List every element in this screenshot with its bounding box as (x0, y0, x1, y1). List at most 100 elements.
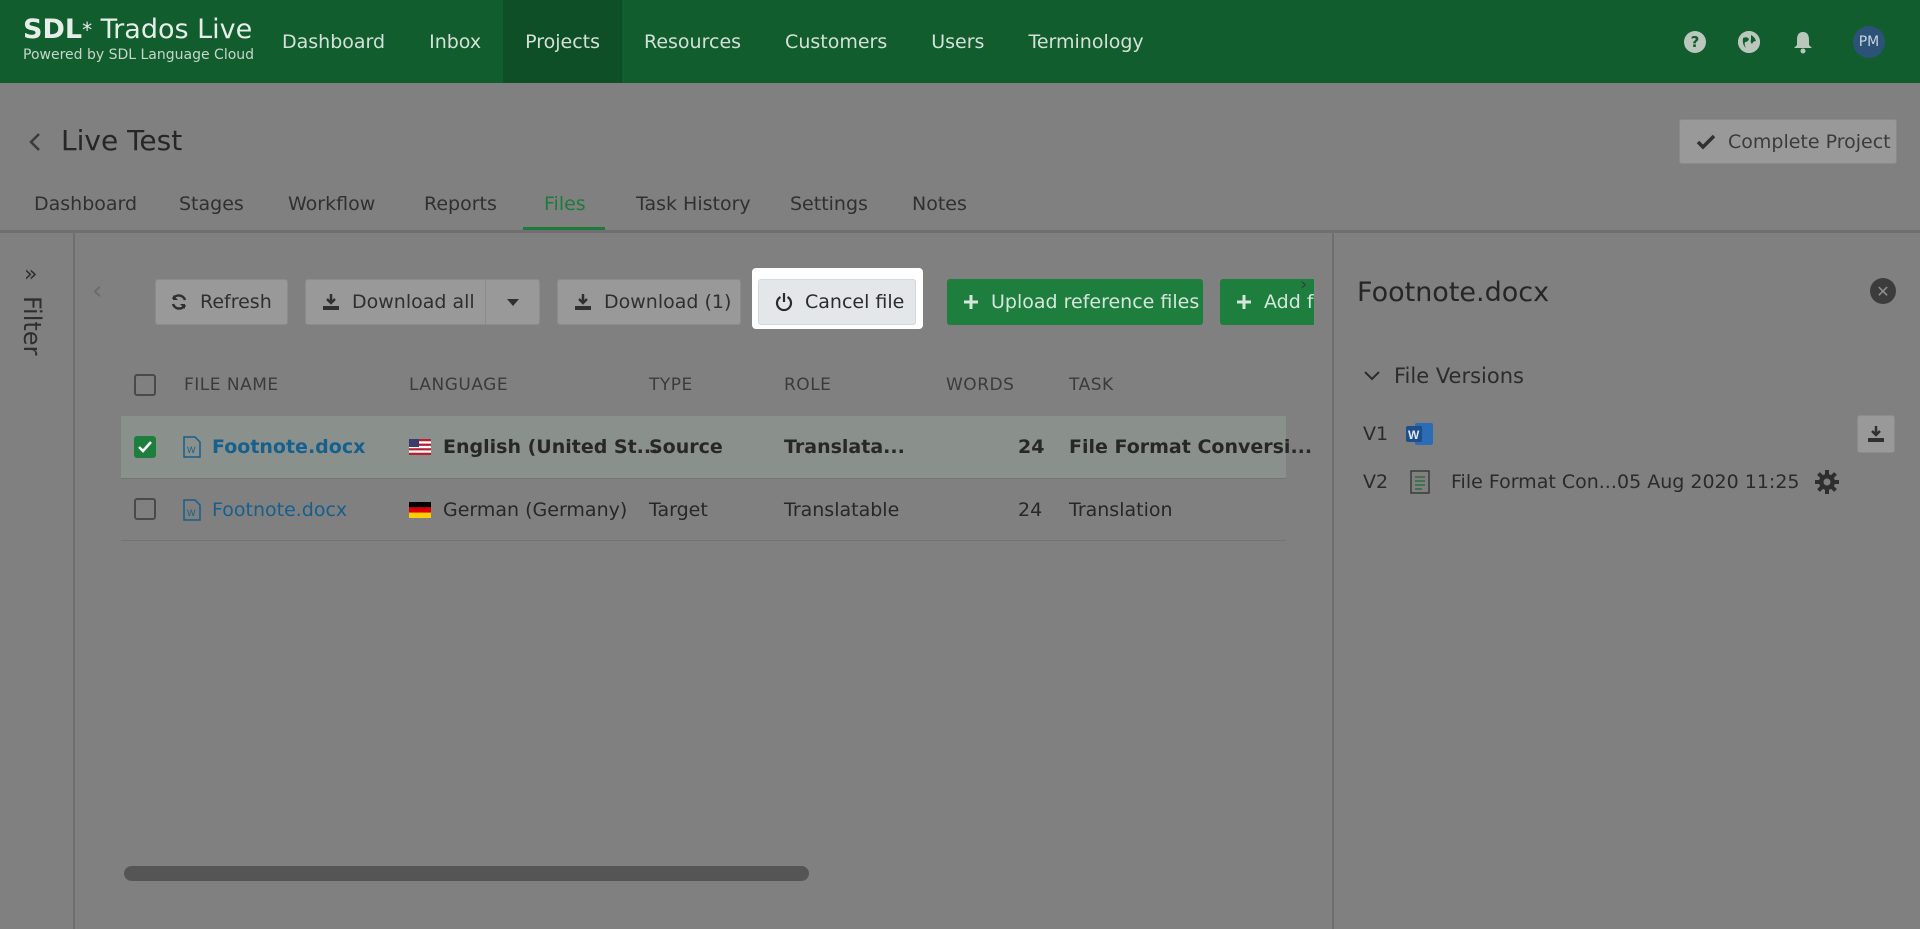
nav-item-users[interactable]: Users (909, 0, 1006, 83)
caret-down-icon (506, 298, 519, 306)
upload-reference-files-label: Upload reference files (991, 291, 1200, 313)
svg-text:W: W (187, 508, 196, 518)
refresh-button[interactable]: Refresh (155, 279, 288, 325)
close-icon[interactable]: ✕ (1870, 278, 1896, 304)
tab-reports[interactable]: Reports (424, 188, 497, 231)
version-label: V2 (1363, 471, 1389, 493)
help-icon[interactable]: ? (1684, 31, 1706, 53)
power-icon (775, 293, 793, 312)
download-all-button[interactable]: Download all (305, 279, 540, 325)
collapse-panel-icon[interactable]: › (1300, 274, 1307, 295)
column-header-language[interactable]: LANGUAGE (409, 375, 508, 395)
us-flag-icon (409, 439, 431, 455)
row-checkbox[interactable] (134, 498, 156, 520)
tab-dashboard[interactable]: Dashboard (34, 188, 137, 231)
download-icon (575, 294, 591, 310)
checkmark-icon (1696, 134, 1716, 149)
type-cell: Target (649, 499, 708, 521)
file-name-link[interactable]: Footnote.docx (212, 436, 365, 458)
version-name: File Format Con... (1451, 471, 1617, 493)
select-all-checkbox[interactable] (134, 374, 156, 396)
complete-project-label: Complete Project (1728, 130, 1891, 153)
download-all-label: Download all (352, 291, 475, 313)
plus-icon (964, 295, 978, 309)
horizontal-scrollbar[interactable] (124, 866, 809, 881)
version-label: V1 (1363, 423, 1389, 445)
tab-workflow[interactable]: Workflow (288, 188, 375, 231)
file-versions-title: File Versions (1394, 364, 1524, 388)
nav-item-resources[interactable]: Resources (622, 0, 763, 83)
language-cell: English (United St... (443, 436, 659, 458)
main-menu: Dashboard Inbox Projects Resources Custo… (260, 0, 1166, 83)
nav-item-dashboard[interactable]: Dashboard (260, 0, 407, 83)
nav-item-inbox[interactable]: Inbox (407, 0, 503, 83)
column-header-file-name[interactable]: FILE NAME (184, 375, 279, 395)
file-versions-header[interactable]: File Versions (1364, 364, 1524, 388)
download-icon (1868, 426, 1884, 442)
task-cell: File Format Conversi... (1069, 436, 1313, 458)
tab-files[interactable]: Files (544, 188, 586, 231)
brand-tagline: Powered by SDL Language Cloud (23, 47, 255, 63)
column-header-role[interactable]: ROLE (784, 375, 831, 395)
plus-icon (1237, 295, 1251, 309)
tab-notes[interactable]: Notes (912, 188, 967, 231)
upload-reference-files-button[interactable]: Upload reference files (947, 279, 1203, 325)
row-checkbox[interactable] (134, 436, 156, 458)
language-cell: German (Germany) (443, 499, 628, 521)
word-file-icon: W (183, 499, 201, 521)
file-name-link[interactable]: Footnote.docx (212, 499, 347, 521)
panel-divider (1332, 233, 1334, 929)
task-cell: Translation (1069, 499, 1173, 521)
word-file-icon: W (183, 436, 201, 458)
filter-label[interactable]: Filter (18, 296, 46, 355)
version-date: 05 Aug 2020 11:25 (1617, 471, 1800, 493)
download-options-dropdown[interactable] (485, 280, 539, 324)
cancel-file-label: Cancel file (805, 291, 905, 313)
top-navigation-bar: SDL* Trados Live Powered by SDL Language… (0, 0, 1920, 83)
type-cell: Source (649, 436, 723, 458)
user-avatar[interactable]: PM (1853, 26, 1885, 58)
column-header-words[interactable]: WORDS (946, 375, 1014, 395)
table-row[interactable]: W Footnote.docx German (Germany) Target … (121, 479, 1286, 541)
complete-project-button[interactable]: Complete Project (1679, 119, 1897, 164)
globe-icon[interactable] (1738, 31, 1760, 53)
back-arrow-icon[interactable] (28, 132, 42, 152)
words-cell: 24 (1018, 499, 1043, 521)
words-cell: 24 (1018, 436, 1045, 458)
column-header-type[interactable]: TYPE (649, 375, 693, 395)
app-logo[interactable]: SDL* Trados Live Powered by SDL Language… (23, 14, 254, 63)
refresh-label: Refresh (200, 291, 272, 313)
role-cell: Translatable (784, 499, 900, 521)
nav-item-customers[interactable]: Customers (763, 0, 909, 83)
document-icon (1410, 470, 1430, 494)
project-title: Live Test (61, 124, 183, 157)
role-cell: Translata... (784, 436, 905, 458)
version-download-button[interactable] (1857, 415, 1895, 453)
scroll-left-icon[interactable]: ‹ (92, 276, 102, 306)
tab-stages[interactable]: Stages (179, 188, 244, 231)
brand-mark: * (82, 18, 93, 42)
cancel-file-button[interactable]: Cancel file (758, 279, 916, 325)
table-row[interactable]: W Footnote.docx English (United St... So… (121, 416, 1312, 478)
tabs-divider (0, 230, 1920, 233)
row-divider (121, 540, 1286, 541)
gear-icon[interactable] (1814, 469, 1840, 495)
bell-icon[interactable] (1792, 30, 1814, 58)
download-selected-label: Download (1) (604, 291, 732, 313)
download-icon (323, 294, 339, 310)
tab-task-history[interactable]: Task History (636, 188, 751, 231)
nav-item-terminology[interactable]: Terminology (1006, 0, 1165, 83)
svg-text:W: W (187, 445, 196, 455)
nav-item-projects[interactable]: Projects (503, 0, 622, 83)
de-flag-icon (409, 502, 431, 518)
column-header-task[interactable]: TASK (1069, 375, 1114, 395)
expand-chevrons-icon[interactable]: » (24, 262, 37, 287)
refresh-icon (171, 294, 187, 310)
chevron-down-icon (1364, 371, 1380, 381)
tab-settings[interactable]: Settings (790, 188, 868, 231)
svg-text:W: W (1408, 428, 1420, 442)
panel-title: Footnote.docx (1357, 277, 1550, 308)
brand-name: Trados Live (92, 14, 253, 45)
download-selected-button[interactable]: Download (1) (557, 279, 741, 325)
checkmark-icon (138, 441, 152, 453)
